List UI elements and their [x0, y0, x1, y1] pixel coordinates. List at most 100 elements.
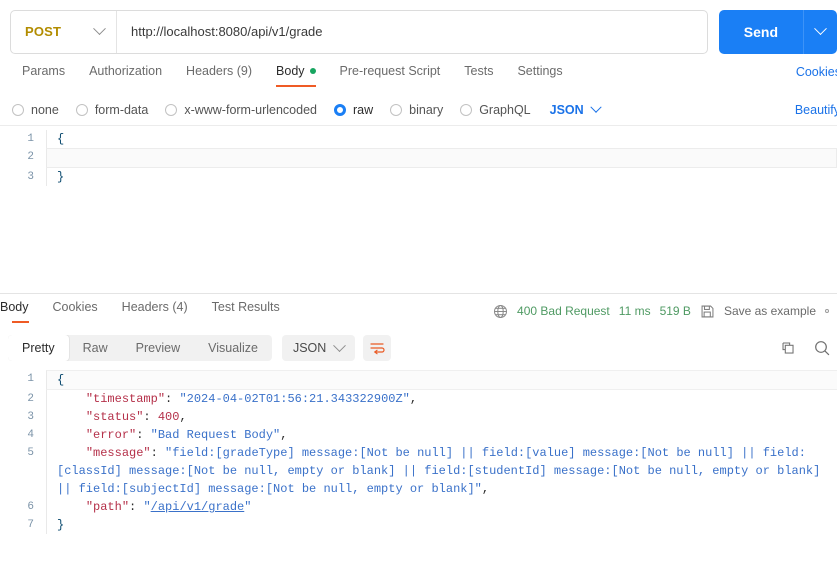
json-key: "path" — [85, 500, 130, 514]
json-path-link[interactable]: /api/v1/grade — [151, 500, 245, 514]
search-icon[interactable] — [813, 339, 831, 357]
line-content[interactable]: { — [46, 370, 837, 390]
request-body-editor[interactable]: 1 { 2 3 } — [0, 125, 837, 293]
json-key: "status" — [85, 410, 144, 424]
response-toolbar-actions — [780, 328, 831, 368]
json-brace: { — [57, 373, 65, 387]
line-content[interactable]: "timestamp": "2024-04-02T01:56:21.343322… — [46, 390, 837, 408]
tab-authorization[interactable]: Authorization — [77, 63, 174, 87]
tab-tests[interactable]: Tests — [452, 63, 505, 87]
line-content[interactable]: } — [46, 516, 837, 534]
url-input-group: POST http://localhost:8080/api/v1/grade — [10, 9, 708, 54]
wrap-lines-button[interactable] — [363, 335, 392, 361]
body-type-label: x-www-form-urlencoded — [184, 103, 317, 117]
body-type-label: form-data — [94, 103, 149, 117]
code-line: 7 } — [0, 516, 837, 534]
json-comma: , — [280, 428, 288, 442]
code-line: 4 "error": "Bad Request Body", — [0, 426, 837, 444]
line-content[interactable]: "error": "Bad Request Body", — [46, 426, 837, 444]
json-quote: " — [143, 500, 151, 514]
line-content[interactable]: "path": "/api/v1/grade" — [46, 498, 837, 516]
tab-label: Body — [0, 300, 29, 314]
chevron-down-icon — [93, 22, 106, 36]
json-colon: : — [129, 500, 144, 514]
json-brace: } — [57, 518, 65, 532]
body-type-label: binary — [409, 103, 444, 117]
line-content[interactable]: "status": 400, — [46, 408, 837, 426]
line-number: 2 — [27, 393, 34, 405]
copy-icon[interactable] — [780, 340, 797, 357]
json-value: "Bad Request Body" — [150, 428, 281, 442]
tab-settings[interactable]: Settings — [505, 63, 574, 87]
tab-label: Body — [276, 64, 305, 78]
cookies-link[interactable]: Cookies — [796, 65, 837, 79]
body-type-binary[interactable]: binary — [390, 103, 443, 117]
code-line: 2 — [0, 148, 837, 168]
tab-label: Headers (9) — [186, 64, 253, 78]
chevron-down-icon — [814, 22, 827, 36]
http-method-dropdown[interactable]: POST — [11, 10, 117, 53]
tab-params[interactable]: Params — [10, 63, 77, 87]
body-type-graphql[interactable]: GraphQL — [460, 103, 531, 117]
line-content[interactable]: } — [46, 168, 837, 186]
response-format-dropdown[interactable]: JSON — [281, 335, 356, 361]
floppy-disk-icon[interactable] — [700, 304, 715, 319]
more-options-icon[interactable] — [825, 309, 829, 313]
send-options-button[interactable] — [803, 9, 837, 54]
response-tab-test-results[interactable]: Test Results — [200, 299, 292, 323]
tab-label: Settings — [517, 64, 563, 78]
chevron-down-icon — [590, 101, 602, 113]
view-mode-pretty[interactable]: Pretty — [8, 335, 69, 361]
view-mode-visualize[interactable]: Visualize — [194, 335, 272, 361]
tab-label: Cookies — [52, 300, 98, 314]
json-value: "2024-04-02T01:56:21.343322900Z" — [179, 392, 410, 406]
body-type-none[interactable]: none — [12, 103, 59, 117]
tab-headers[interactable]: Headers (9) — [174, 63, 264, 87]
response-time[interactable]: 11 ms — [619, 304, 651, 318]
raw-format-label: JSON — [549, 103, 584, 117]
body-type-urlencoded[interactable]: x-www-form-urlencoded — [165, 103, 317, 117]
tab-pre-request-script[interactable]: Pre-request Script — [328, 63, 453, 87]
code-line: 3 } — [0, 168, 837, 186]
radio-icon — [390, 104, 403, 116]
body-type-label: GraphQL — [479, 103, 531, 117]
request-url-bar: POST http://localhost:8080/api/v1/grade … — [0, 0, 837, 63]
globe-icon[interactable] — [493, 304, 508, 319]
code-line: 1 { — [0, 130, 837, 148]
response-body-viewer[interactable]: 1 { 2 "timestamp": "2024-04-02T01:56:21.… — [0, 368, 837, 534]
response-size[interactable]: 519 B — [660, 304, 691, 318]
tab-label: Pre-request Script — [339, 64, 441, 78]
response-tab-headers[interactable]: Headers (4) — [110, 299, 200, 323]
line-content[interactable]: "message": "field:[gradeType] message:[N… — [46, 444, 837, 498]
json-colon: : — [143, 410, 158, 424]
line-number: 1 — [27, 373, 34, 385]
line-number: 6 — [27, 501, 34, 513]
view-mode-raw[interactable]: Raw — [69, 335, 122, 361]
response-format-label: JSON — [292, 341, 327, 355]
response-tab-body[interactable]: Body — [0, 299, 41, 323]
response-tab-cookies[interactable]: Cookies — [41, 299, 110, 323]
json-quote: " — [244, 500, 252, 514]
json-comma: , — [481, 482, 490, 496]
tab-label: Headers (4) — [121, 300, 188, 314]
send-button[interactable]: Send — [718, 9, 803, 54]
raw-format-dropdown[interactable]: JSON — [549, 101, 602, 117]
beautify-link[interactable]: Beautify — [795, 103, 837, 117]
body-type-selector: none form-data x-www-form-urlencoded raw… — [0, 95, 837, 125]
status-badge[interactable]: 400 Bad Request — [517, 304, 610, 318]
tab-body[interactable]: Body — [264, 63, 328, 87]
url-input[interactable]: http://localhost:8080/api/v1/grade — [117, 24, 707, 39]
response-view-mode-group: Pretty Raw Preview Visualize — [8, 335, 272, 361]
body-type-form-data[interactable]: form-data — [75, 103, 149, 117]
line-content[interactable]: { — [46, 130, 837, 148]
json-key: "message" — [85, 446, 151, 460]
save-as-example-button[interactable]: Save as example — [724, 304, 816, 318]
view-mode-preview[interactable]: Preview — [122, 335, 194, 361]
body-type-raw[interactable]: raw — [334, 103, 373, 117]
json-key: "error" — [85, 428, 137, 442]
radio-icon — [165, 104, 178, 116]
response-status-bar: 400 Bad Request 11 ms 519 B Save as exam… — [493, 294, 829, 328]
line-content[interactable] — [46, 148, 837, 168]
body-modified-dot-icon — [309, 68, 316, 74]
json-colon: : — [136, 428, 151, 442]
